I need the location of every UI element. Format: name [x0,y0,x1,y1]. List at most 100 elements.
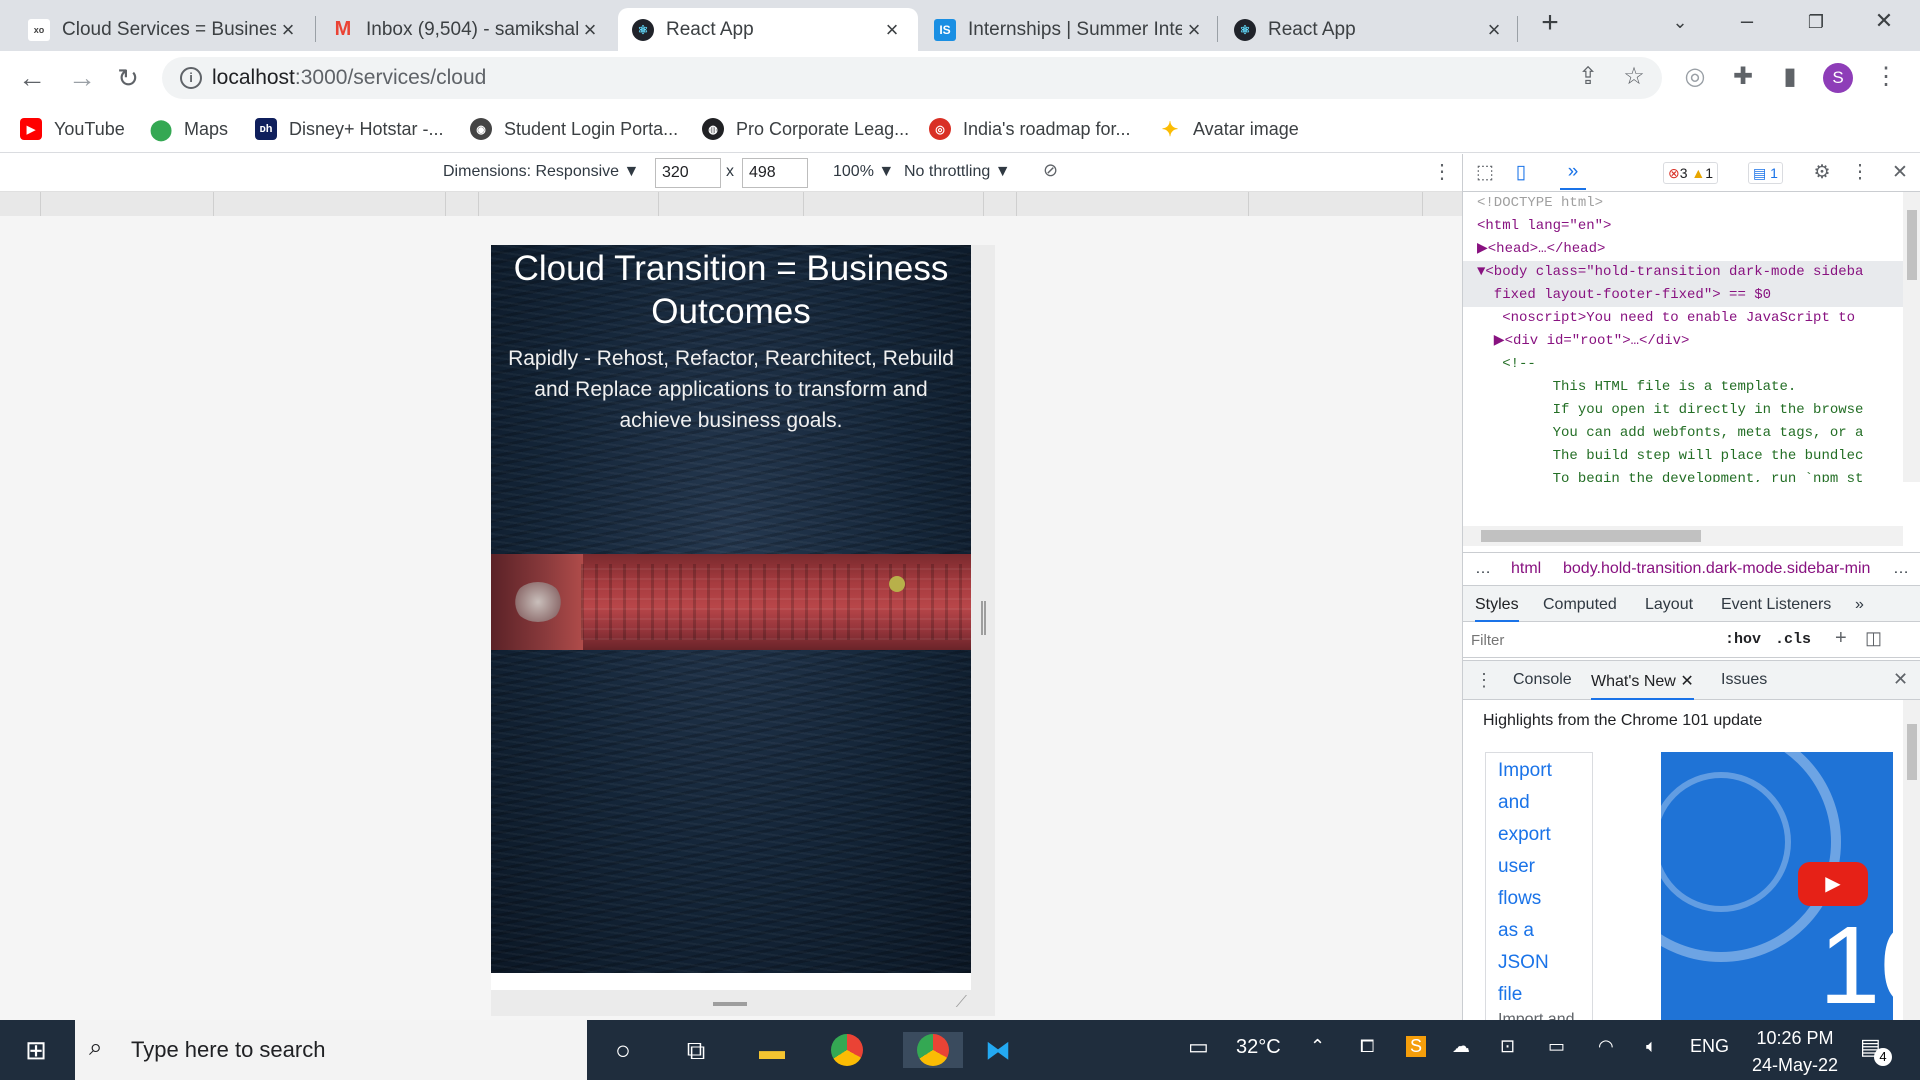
tab-search-chevron-icon[interactable]: ⌄ [1660,12,1700,33]
share-icon[interactable]: ⇪ [1572,62,1604,91]
tab-styles[interactable]: Styles [1475,596,1519,622]
back-icon[interactable]: ← [16,63,48,93]
profile-avatar[interactable]: S [1823,63,1853,93]
browser-tab[interactable]: ⚛ React App × [1220,8,1520,51]
zoom-dropdown[interactable]: 100% ▼ [833,163,894,181]
dom-node-line[interactable]: ▶<div id="root">…</div> [1463,330,1903,353]
close-tab-icon[interactable]: × [1482,17,1506,43]
issues-badge[interactable]: ⊗3 ▲1 [1663,162,1719,184]
bookmark-india-roadmap[interactable]: ◎ India's roadmap for... [929,115,1131,143]
breadcrumb-ellipsis[interactable]: … [1475,560,1491,578]
tab-layout[interactable]: Layout [1645,596,1693,614]
volume-icon[interactable]: 🔈︎ [1646,1036,1657,1057]
new-tab-button[interactable]: + [1530,6,1570,40]
tab-computed[interactable]: Computed [1543,596,1617,614]
bookmark-maps[interactable]: ⬤ Maps [150,115,228,143]
whats-new-link[interactable]: and [1498,787,1580,819]
device-menu-kebab-icon[interactable]: ⋮ [1432,159,1452,184]
chrome-icon[interactable] [827,1032,867,1068]
whats-new-link[interactable]: as a JSON [1498,915,1580,979]
bookmark-star-icon[interactable]: ☆ [1618,62,1650,91]
bookmark-student-login[interactable]: ◉ Student Login Porta... [470,115,678,143]
resize-handle-bottom[interactable]: ⟋ [491,990,971,1016]
vscode-icon[interactable]: ⧓ [978,1032,1018,1068]
drawer-tab-issues[interactable]: Issues [1721,671,1767,689]
bookmark-hotstar[interactable]: ᴅh Disney+ Hotstar -... [255,115,444,143]
tray-s-app-icon[interactable]: S [1406,1036,1427,1057]
devtools-menu-icon[interactable]: ⋮ [1847,161,1873,184]
resize-corner-icon[interactable]: ⟋ [956,994,967,1012]
battery-icon[interactable]: ▭ [1548,1036,1565,1057]
styles-filter-input[interactable] [1471,628,1711,652]
close-drawer-icon[interactable]: ✕ [1893,669,1908,690]
side-panel-icon[interactable]: ▮ [1774,62,1806,91]
cortana-icon[interactable]: ○ [603,1032,643,1068]
taskbar-search[interactable]: ⌕ Type here to search [75,1020,587,1080]
tray-app-icon[interactable]: ⧠ [1360,1036,1374,1057]
close-devtools-icon[interactable]: ✕ [1887,161,1913,184]
dom-node-line[interactable]: <html lang="en"> [1463,215,1903,238]
language-indicator[interactable]: ENG [1690,1036,1729,1057]
browser-tab[interactable]: M Inbox (9,504) - samikshak × [318,8,616,51]
breadcrumb-html[interactable]: html [1511,560,1541,578]
height-input[interactable] [742,158,808,188]
browser-tab[interactable]: IS Internships | Summer Inte × [920,8,1220,51]
elements-hscrollbar[interactable] [1463,526,1903,546]
dom-node-line[interactable]: The build step will place the bundlec [1463,445,1903,468]
restore-icon[interactable]: ❐ [1796,12,1836,33]
inspect-element-icon[interactable]: ⬚ [1472,161,1498,184]
media-query-ruler[interactable] [0,192,1462,216]
temperature[interactable]: 32°C [1236,1036,1281,1059]
youtube-play-icon[interactable]: ▶ [1798,862,1868,906]
url-text[interactable]: localhost:3000/services/cloud [212,66,486,90]
elements-scrollbar[interactable] [1903,192,1920,482]
rotate-icon[interactable]: ⊘ [1043,160,1058,181]
width-input[interactable] [655,158,721,188]
dom-node-line[interactable]: To begin the development, run `npm st [1463,468,1903,482]
bookmark-avatar-image[interactable]: ✦ Avatar image [1159,115,1299,143]
dom-node-line[interactable]: You can add webfonts, meta tags, or a [1463,422,1903,445]
breadcrumb-more[interactable]: … [1893,560,1909,578]
file-explorer-icon[interactable]: ▬ [752,1032,792,1068]
hov-toggle[interactable]: :hov [1725,631,1761,648]
dom-node-line[interactable]: ▼<body class="hold-transition dark-mode … [1463,261,1903,284]
dom-node-line[interactable]: This HTML file is a template. [1463,376,1903,399]
windows-start-icon[interactable]: ⊞ [16,1032,56,1068]
messages-badge[interactable]: ▤ 1 [1748,162,1783,184]
address-bar[interactable]: i localhost:3000/services/cloud [162,57,1662,99]
new-style-rule-icon[interactable]: + [1835,627,1847,650]
settings-gear-icon[interactable]: ⚙ [1809,161,1835,184]
more-tabs-icon[interactable]: » [1855,596,1864,614]
task-view-icon[interactable]: ⧉ [676,1032,716,1068]
close-tab-icon[interactable]: × [276,17,300,43]
whats-new-item[interactable]: Import and export user flows as a JSON f… [1485,752,1593,1020]
dom-node-line[interactable]: <!-- [1463,353,1903,376]
whats-new-link[interactable]: file [1498,979,1580,1011]
reload-icon[interactable]: ↻ [112,63,144,93]
dom-node-line[interactable]: ▶<head>…</head> [1463,238,1903,261]
whats-new-link[interactable]: user flows [1498,851,1580,915]
close-tab-icon[interactable]: × [1182,17,1206,43]
close-tab-icon[interactable]: ✕ [1680,673,1693,690]
elements-tree[interactable]: <!DOCTYPE html> <html lang="en"> ▶<head>…<… [1463,192,1903,482]
close-tab-icon[interactable]: × [880,17,904,43]
whats-new-link[interactable]: export [1498,819,1580,851]
clock[interactable]: 10:26 PM 24-May-22 [1750,1028,1840,1076]
dom-node-line[interactable]: <!DOCTYPE html> [1463,192,1903,215]
dom-node-line[interactable]: fixed layout-footer-fixed"> == $0 [1463,284,1903,307]
device-toggle-icon[interactable]: ▯ [1508,161,1534,184]
tray-security-icon[interactable]: ⊡ [1500,1036,1515,1057]
whats-new-link[interactable]: Import [1498,755,1580,787]
menu-kebab-icon[interactable]: ⋮ [1870,62,1902,91]
onedrive-icon[interactable]: ☁ [1452,1036,1470,1057]
browser-tab-active[interactable]: ⚛ React App × [618,8,918,51]
close-tab-icon[interactable]: × [578,17,602,43]
minimize-icon[interactable]: – [1727,8,1767,34]
extensions-puzzle-icon[interactable]: ✚ [1727,62,1759,91]
dom-node-line[interactable]: <noscript>You need to enable JavaScript … [1463,307,1903,330]
site-info-icon[interactable]: i [180,67,202,89]
whats-new-video[interactable]: ▶ 10 [1661,752,1893,1020]
whats-new-scrollbar[interactable] [1903,700,1920,1020]
browser-tab[interactable]: xo Cloud Services = Business × [14,8,314,51]
tab-event-listeners[interactable]: Event Listeners [1721,596,1831,614]
